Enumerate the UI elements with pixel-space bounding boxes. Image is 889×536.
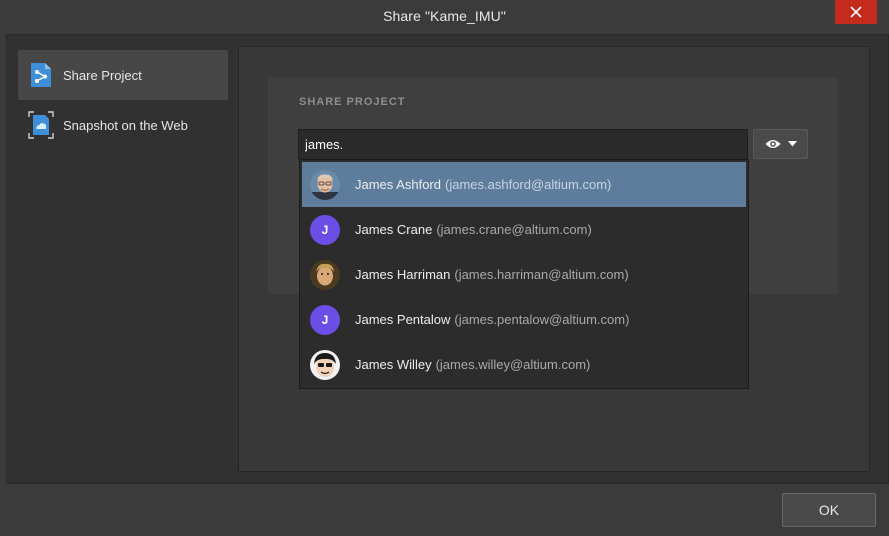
suggestion-email: (james.willey@altium.com) [435, 357, 591, 372]
avatar [310, 169, 340, 200]
ok-button[interactable]: OK [782, 493, 876, 527]
close-icon [850, 6, 862, 18]
dialog-title: Share "Kame_IMU" [383, 8, 506, 24]
suggestion-name: James Ashford [355, 177, 441, 192]
nav-item-label: Snapshot on the Web [63, 117, 188, 133]
permission-dropdown-button[interactable] [753, 129, 808, 159]
avatar: J [310, 304, 340, 335]
nav-item-label: Share Project [63, 67, 142, 83]
suggestion-item[interactable]: J James Crane (james.crane@altium.com) [302, 207, 746, 252]
avatar [310, 349, 340, 380]
nav-item-share-project[interactable]: Share Project [18, 50, 228, 100]
suggestion-name: James Crane [355, 222, 433, 237]
suggestion-email: (james.harriman@altium.com) [454, 267, 629, 282]
suggestion-item[interactable]: James Harriman (james.harriman@altium.co… [302, 252, 746, 297]
suggestion-name: James Willey [355, 357, 432, 372]
suggestion-email: (james.pentalow@altium.com) [454, 312, 630, 327]
suggestion-name: James Pentalow [355, 312, 451, 327]
section-title: SHARE PROJECT [299, 96, 406, 108]
avatar: J [310, 214, 340, 245]
side-nav: Share Project Snapshot on the Web [18, 50, 228, 150]
nav-item-snapshot-web[interactable]: Snapshot on the Web [18, 100, 228, 150]
suggestion-item[interactable]: James Ashford (james.ashford@altium.com) [302, 162, 746, 207]
suggestion-email: (james.ashford@altium.com) [445, 177, 612, 192]
share-dialog: Share "Kame_IMU" Share Project Snapshot … [0, 0, 889, 536]
title-bar: Share "Kame_IMU" [0, 0, 889, 32]
suggestion-name: James Harriman [355, 267, 451, 282]
suggestion-email: (james.crane@altium.com) [436, 222, 592, 237]
close-button[interactable] [835, 0, 877, 24]
eye-icon [765, 140, 780, 148]
share-project-icon [28, 61, 54, 89]
share-search-input[interactable] [298, 129, 748, 159]
chevron-down-icon [787, 141, 797, 147]
avatar [310, 259, 340, 290]
suggestion-item[interactable]: James Willey (james.willey@altium.com) [302, 342, 746, 387]
snapshot-web-icon [28, 111, 54, 139]
user-suggestion-list: James Ashford (james.ashford@altium.com)… [299, 159, 749, 389]
suggestion-item[interactable]: J James Pentalow (james.pentalow@altium.… [302, 297, 746, 342]
